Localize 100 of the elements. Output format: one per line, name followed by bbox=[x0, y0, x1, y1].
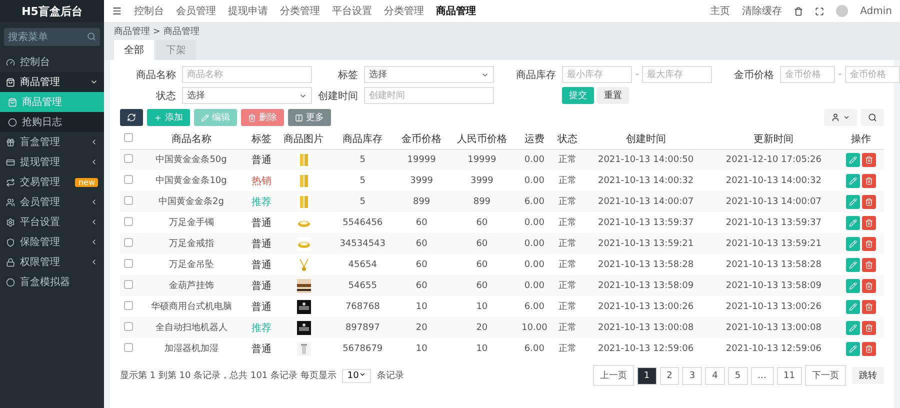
jump-button[interactable]: 跳转 bbox=[852, 367, 884, 384]
clear-cache-link[interactable]: 清除缓存 bbox=[742, 4, 782, 18]
date-field[interactable]: 创建时间 bbox=[364, 87, 494, 104]
checkbox[interactable] bbox=[124, 133, 133, 142]
menu-search-field[interactable]: 搜索菜单 bbox=[4, 28, 100, 46]
edit-icon[interactable] bbox=[846, 152, 860, 167]
checkbox[interactable] bbox=[124, 196, 133, 204]
refresh-button[interactable] bbox=[120, 109, 143, 126]
nav-link[interactable]: 平台设置 bbox=[332, 4, 372, 18]
sidebar-subitem[interactable]: 抢购日志 bbox=[0, 112, 104, 132]
max-price-field[interactable]: 金币价格 bbox=[844, 66, 900, 83]
trash-icon[interactable] bbox=[794, 6, 804, 16]
table-cell: 万足金戒指 bbox=[136, 233, 246, 254]
more-button[interactable]: 更多 bbox=[288, 109, 331, 126]
delete-icon[interactable] bbox=[862, 320, 876, 334]
delete-icon[interactable] bbox=[862, 278, 876, 292]
page-link[interactable]: 4 bbox=[705, 366, 725, 384]
table-cell: 2021-10-13 12:59:06 bbox=[710, 338, 838, 359]
edit-icon[interactable] bbox=[846, 342, 860, 356]
delete-icon[interactable] bbox=[862, 194, 876, 208]
table-cell: 2021-10-13 13:59:21 bbox=[710, 233, 838, 254]
page-link[interactable]: 3 bbox=[682, 366, 702, 384]
page-link[interactable]: 2 bbox=[660, 366, 680, 384]
nav-link[interactable]: 控制台 bbox=[134, 4, 164, 18]
tag-select[interactable]: 选择 bbox=[364, 66, 494, 83]
search-button[interactable] bbox=[861, 109, 884, 126]
delete-icon[interactable] bbox=[862, 216, 876, 230]
user-name[interactable]: Admin bbox=[860, 6, 892, 16]
nav-link[interactable]: 分类管理 bbox=[280, 4, 320, 18]
delete-icon[interactable] bbox=[862, 236, 876, 250]
sidebar-item[interactable]: 盲盒管理 bbox=[0, 132, 104, 152]
checkbox[interactable] bbox=[124, 216, 133, 226]
sidebar-item[interactable]: 提现管理 bbox=[0, 152, 104, 172]
sidebar-item[interactable]: 盲盒模拟器 bbox=[0, 272, 104, 292]
fullscreen-icon[interactable] bbox=[815, 6, 824, 16]
nav-link[interactable]: 商品管理 bbox=[436, 4, 476, 18]
columns-button[interactable] bbox=[824, 109, 857, 126]
checkbox[interactable] bbox=[124, 258, 133, 268]
sidebar-item[interactable]: 权限管理 bbox=[0, 252, 104, 272]
max-stock-field[interactable]: 最大库存 bbox=[642, 66, 712, 83]
range-separator: - bbox=[838, 69, 842, 80]
checkbox[interactable] bbox=[124, 300, 133, 310]
field-label: 创建时间 bbox=[318, 90, 358, 102]
min-stock-field[interactable]: 最小库存 bbox=[562, 66, 632, 83]
table-cell: 正常 bbox=[554, 254, 582, 275]
page-link[interactable]: 1 bbox=[636, 366, 657, 384]
page-link[interactable]: 下一页 bbox=[805, 365, 846, 386]
delete-icon[interactable] bbox=[862, 342, 876, 356]
page-link[interactable]: 11 bbox=[776, 366, 802, 384]
edit-icon[interactable] bbox=[846, 278, 860, 292]
min-price-field[interactable]: 金币价格 bbox=[780, 66, 836, 83]
caret-icon bbox=[358, 370, 366, 378]
caret-icon bbox=[843, 114, 850, 121]
delete-icon[interactable] bbox=[862, 152, 876, 167]
delete-icon[interactable] bbox=[862, 258, 876, 272]
table-cell: 金葫芦挂饰 bbox=[136, 275, 246, 296]
home-link[interactable]: 主页 bbox=[710, 4, 730, 18]
edit-icon[interactable] bbox=[846, 216, 860, 230]
table-cell: 2021-10-13 13:59:21 bbox=[582, 233, 710, 254]
field-label: 商品名称 bbox=[135, 68, 176, 82]
sidebar-item[interactable]: 交易管理 new bbox=[0, 172, 104, 192]
status-select[interactable]: 选择 bbox=[182, 87, 312, 104]
page-link[interactable]: 上一页 bbox=[592, 365, 634, 386]
delete-icon[interactable] bbox=[862, 174, 876, 188]
sidebar-item[interactable]: 控制台 bbox=[0, 52, 104, 72]
checkbox[interactable] bbox=[124, 322, 133, 330]
name-field[interactable]: 商品名称 bbox=[182, 66, 312, 83]
delete-icon[interactable] bbox=[862, 300, 876, 314]
column-header: 创建时间 bbox=[582, 130, 710, 149]
sidebar-item[interactable]: 会员管理 bbox=[0, 192, 104, 212]
table-cell: 0.00 bbox=[515, 275, 554, 296]
edit-icon[interactable] bbox=[846, 300, 860, 314]
edit-icon[interactable] bbox=[846, 258, 860, 272]
edit-icon[interactable] bbox=[846, 236, 860, 250]
table-cell: 20 bbox=[448, 317, 516, 338]
checkbox[interactable] bbox=[124, 238, 133, 246]
reset-button[interactable]: 重置 bbox=[597, 87, 629, 104]
tab[interactable]: 全部 bbox=[114, 40, 154, 60]
column-header: 操作 bbox=[838, 130, 884, 149]
page-link[interactable]: 5 bbox=[728, 366, 748, 384]
checkbox[interactable] bbox=[124, 174, 133, 184]
edit-icon[interactable] bbox=[846, 320, 860, 334]
sidebar-item[interactable]: 平台设置 bbox=[0, 212, 104, 232]
page-link[interactable]: … bbox=[750, 366, 774, 384]
avatar[interactable] bbox=[836, 5, 848, 17]
nav-link[interactable]: 会员管理 bbox=[176, 4, 216, 18]
checkbox[interactable] bbox=[124, 280, 133, 288]
checkbox[interactable] bbox=[124, 154, 133, 163]
sidebar-item[interactable]: 保险管理 bbox=[0, 232, 104, 252]
edit-icon[interactable] bbox=[846, 194, 860, 208]
table-cell: 5 bbox=[330, 191, 395, 212]
chevron-icon bbox=[90, 138, 98, 146]
column-header: 商品图片 bbox=[276, 130, 331, 149]
checkbox[interactable] bbox=[124, 342, 133, 352]
edit-icon[interactable] bbox=[846, 174, 860, 188]
page-size-select[interactable]: 10 bbox=[342, 368, 371, 382]
nav-link[interactable]: 提现申请 bbox=[228, 4, 268, 18]
nav-link[interactable]: 分类管理 bbox=[384, 4, 424, 18]
search-icon bbox=[87, 32, 96, 41]
sidebar-item[interactable]: 商品管理 bbox=[0, 72, 104, 92]
